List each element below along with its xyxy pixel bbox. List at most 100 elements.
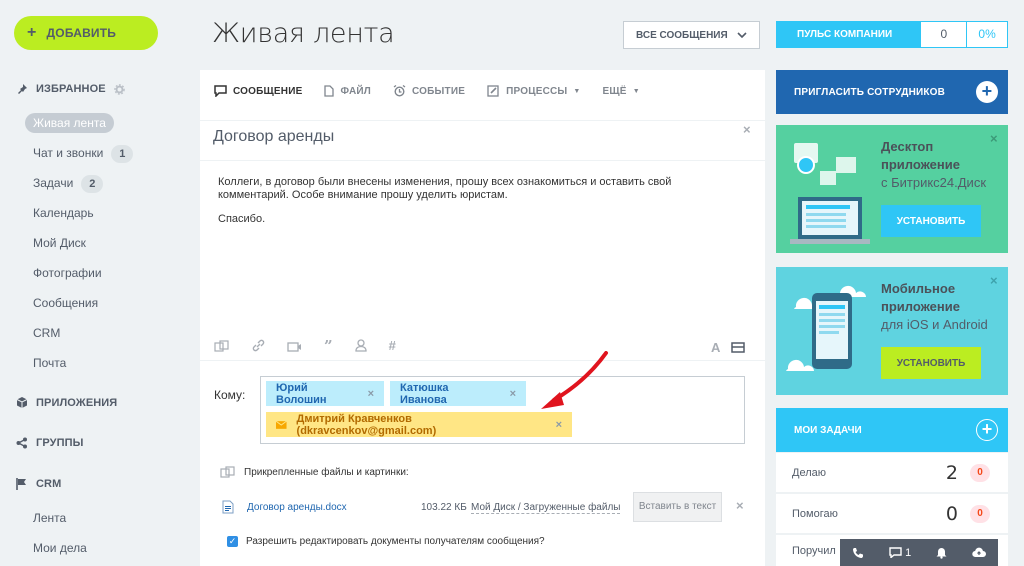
- subject-field[interactable]: Договор аренды: [213, 128, 334, 146]
- user-mention-icon[interactable]: [354, 339, 367, 352]
- filter-label: ВСЕ СООБЩЕНИЯ: [636, 29, 728, 41]
- promo-subtitle: с Битрикс24.Диск: [881, 175, 987, 190]
- mobile-phone-illustration: [786, 285, 866, 371]
- chat-icon: [889, 547, 902, 558]
- promo-title-line: Мобильное: [881, 281, 956, 296]
- remove-icon[interactable]: ×: [556, 419, 562, 431]
- recipient-tag-external[interactable]: Дмитрий Кравченков (dkravcenkov@gmail.co…: [266, 412, 572, 437]
- bell-icon[interactable]: [936, 547, 947, 559]
- video-icon[interactable]: [287, 340, 302, 352]
- close-icon[interactable]: ×: [990, 273, 998, 288]
- task-row-helping[interactable]: Помогаю 0 0: [776, 494, 1008, 534]
- attach-file-icon: [220, 466, 235, 478]
- remove-file-icon[interactable]: ×: [736, 498, 744, 513]
- cloud-upload-icon[interactable]: [971, 547, 986, 558]
- tab-file[interactable]: ФАЙЛ: [324, 85, 371, 97]
- share-icon: [16, 437, 27, 449]
- envelope-icon: [276, 420, 287, 429]
- remove-icon[interactable]: ×: [368, 388, 374, 400]
- crm-section[interactable]: CRM: [16, 478, 61, 490]
- tab-message[interactable]: СООБЩЕНИЕ: [214, 85, 302, 97]
- promo-title-line: Десктоп: [881, 139, 934, 154]
- tab-more[interactable]: ЕЩЁ ▼: [603, 86, 640, 97]
- tab-label: СОБЫТИЕ: [411, 85, 466, 97]
- sidebar-item-calendar[interactable]: Календарь: [25, 203, 102, 223]
- alarm-clock-icon: [393, 85, 406, 97]
- hashtag-icon[interactable]: #: [389, 338, 396, 353]
- sidebar-item-my-activities[interactable]: Мои дела: [25, 538, 95, 558]
- message-body[interactable]: Коллеги, в договор были внесены изменени…: [218, 176, 718, 226]
- recipient-tag[interactable]: Юрий Волошин ×: [266, 381, 384, 406]
- body-line: Коллеги, в договор были внесены изменени…: [218, 176, 672, 188]
- sidebar-item-label: Чат и звонки: [33, 146, 104, 160]
- phone-icon[interactable]: [852, 547, 864, 559]
- quote-icon[interactable]: ”: [324, 338, 333, 353]
- pulse-label: ПУЛЬС КОМПАНИИ: [797, 29, 893, 40]
- recipients-field[interactable]: Юрий Волошин × Катюшка Иванова × Дмитрий К…: [260, 376, 745, 444]
- speech-bubble-icon: [214, 85, 227, 97]
- sidebar-item-label: Почта: [33, 356, 67, 370]
- company-pulse[interactable]: ПУЛЬС КОМПАНИИ 0 0%: [776, 21, 1008, 48]
- tab-processes[interactable]: ПРОЦЕССЫ ▼: [487, 85, 580, 97]
- composer-tabs: СООБЩЕНИЕ ФАЙЛ СОБЫТИЕ ПРОЦЕССЫ ▼ ЕЩЁ ▼: [200, 70, 765, 112]
- sidebar-item-tasks[interactable]: Задачи 2: [25, 173, 111, 193]
- to-label: Кому:: [214, 388, 246, 402]
- sidebar-item-photos[interactable]: Фотографии: [25, 263, 110, 283]
- task-row-doing[interactable]: Делаю 2 0: [776, 453, 1008, 493]
- apps-section[interactable]: ПРИЛОЖЕНИЯ: [16, 397, 117, 409]
- attach-file-icon[interactable]: [214, 339, 230, 352]
- chat-count: 1: [905, 546, 912, 559]
- editor-toolbar: ” #: [214, 338, 396, 353]
- chat-button[interactable]: 1: [889, 547, 911, 559]
- task-value: 0: [945, 502, 958, 525]
- my-tasks-header[interactable]: МОИ ЗАДАЧИ +: [776, 408, 1008, 452]
- recipient-name: Юрий Волошин: [276, 381, 327, 406]
- remove-icon[interactable]: ×: [510, 388, 516, 400]
- font-format-icon[interactable]: A: [711, 340, 720, 355]
- add-task-icon[interactable]: +: [976, 419, 998, 441]
- messages-filter-dropdown[interactable]: ВСЕ СООБЩЕНИЯ: [623, 21, 760, 49]
- task-value: 2: [945, 461, 958, 484]
- sidebar-item-label: Фотографии: [33, 266, 102, 280]
- cube-icon: [16, 397, 28, 408]
- tab-label: ПРОЦЕССЫ: [506, 85, 568, 97]
- tab-label: ФАЙЛ: [340, 85, 371, 97]
- sidebar-item-chat[interactable]: Чат и звонки 1: [25, 143, 141, 163]
- promo-title: Мобильное приложение для iOS и Android: [881, 280, 988, 334]
- tab-event[interactable]: СОБЫТИЕ: [393, 85, 465, 97]
- insert-into-text-button[interactable]: Вставить в текст: [633, 492, 722, 522]
- install-desktop-button[interactable]: УСТАНОВИТЬ: [881, 205, 981, 237]
- recipient-name: Дмитрий Кравченков (dkravcenkov@gmail.co…: [296, 412, 437, 437]
- sidebar-item-crm-feed[interactable]: Лента: [25, 508, 74, 528]
- close-icon[interactable]: ×: [990, 131, 998, 146]
- sidebar-item-my-drive[interactable]: Мой Диск: [25, 233, 94, 253]
- tab-label: ЕЩЁ: [602, 85, 627, 97]
- recipient-tag[interactable]: Катюшка Иванова ×: [390, 381, 526, 406]
- sidebar-item-mail[interactable]: Почта: [25, 353, 74, 373]
- desktop-app-promo: × Десктоп приложение с Битрикс24.Диск УС…: [776, 125, 1008, 253]
- sidebar-item-live-feed[interactable]: Живая лента: [25, 113, 114, 133]
- file-path-link[interactable]: Мой Диск / Загруженные файлы: [471, 502, 621, 514]
- invite-employees-button[interactable]: ПРИГЛАСИТЬ СОТРУДНИКОВ +: [776, 70, 1008, 114]
- favorites-title: ИЗБРАННОЕ: [36, 83, 106, 95]
- groups-section[interactable]: ГРУППЫ: [16, 437, 83, 449]
- page-title: Живая лента: [212, 18, 395, 49]
- recipient-name: Катюшка Иванова: [400, 381, 449, 406]
- gear-icon[interactable]: [113, 83, 125, 95]
- allow-edit-checkbox[interactable]: ✓: [227, 536, 238, 547]
- crm-title: CRM: [36, 478, 62, 490]
- favorites-section[interactable]: ИЗБРАННОЕ: [16, 83, 125, 95]
- sidebar-item-crm[interactable]: CRM: [25, 323, 68, 343]
- sidebar-item-label: Сообщения: [33, 296, 99, 310]
- apps-title: ПРИЛОЖЕНИЯ: [36, 397, 118, 409]
- flag-icon: [16, 478, 26, 490]
- panel-toggle-icon[interactable]: [731, 342, 745, 353]
- sidebar-item-messages[interactable]: Сообщения: [25, 293, 106, 313]
- add-button[interactable]: + ДОБАВИТЬ: [14, 16, 158, 50]
- file-name-link[interactable]: Договор аренды.docx: [247, 502, 347, 513]
- link-icon[interactable]: [252, 339, 265, 352]
- document-icon: [324, 85, 335, 97]
- install-mobile-button[interactable]: УСТАНОВИТЬ: [881, 347, 981, 379]
- close-icon[interactable]: ×: [743, 122, 751, 137]
- pulse-value: 0: [921, 22, 967, 47]
